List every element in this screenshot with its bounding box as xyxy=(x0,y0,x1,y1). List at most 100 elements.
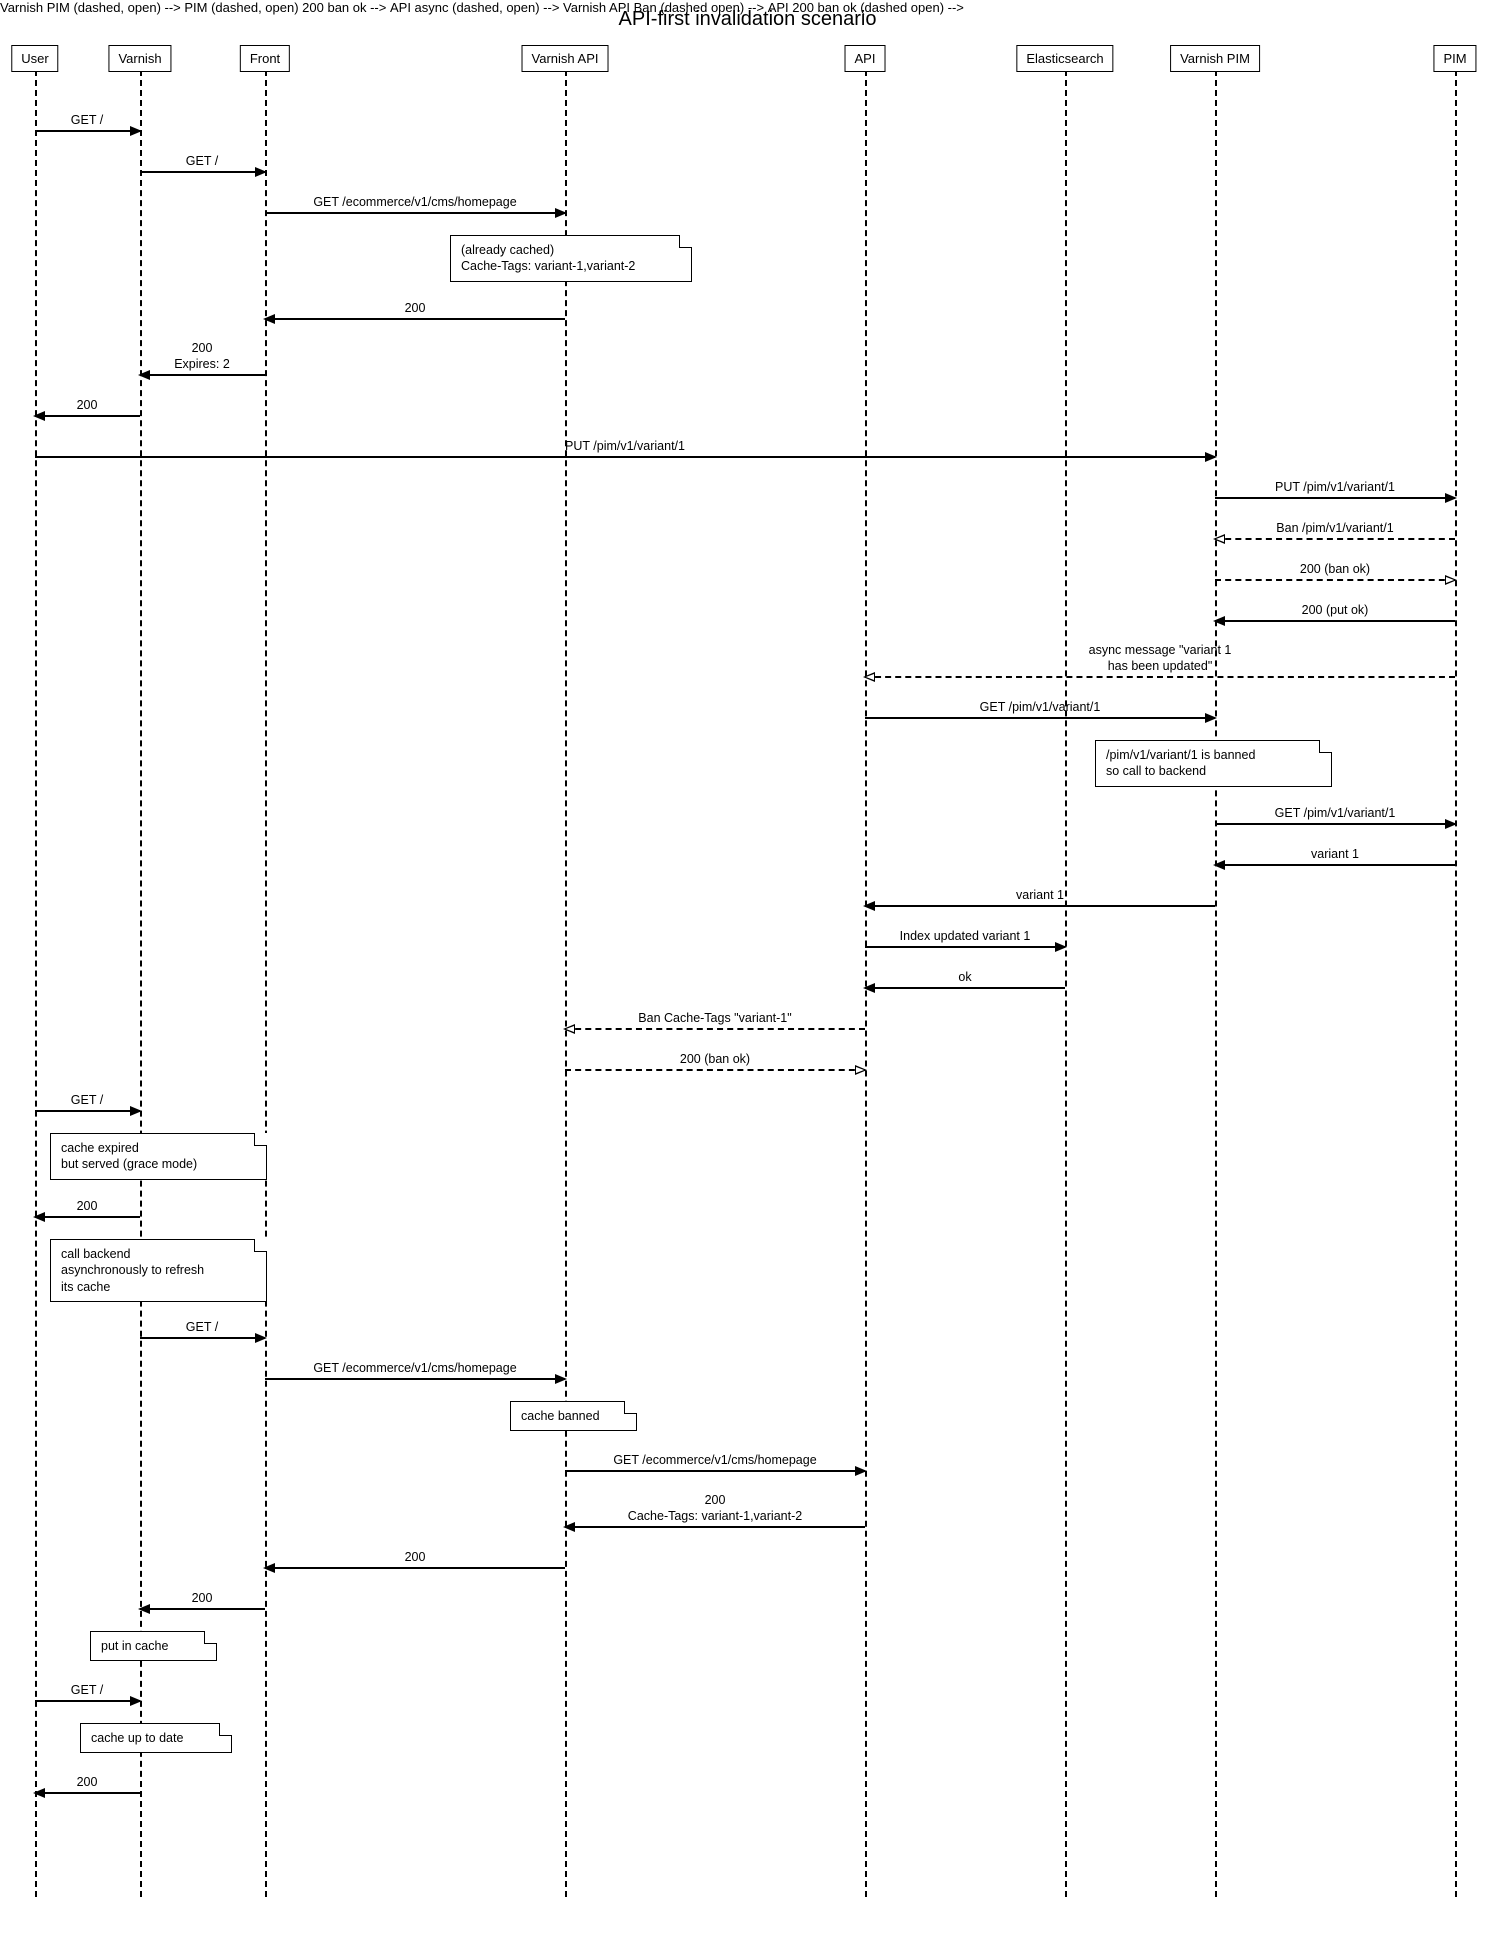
msg-label: Ban Cache-Tags "variant-1" xyxy=(638,1011,791,1027)
msg-label: 200 xyxy=(192,1591,213,1607)
msg-arrow xyxy=(865,946,1065,948)
msg-label: GET /ecommerce/v1/cms/homepage xyxy=(313,1361,516,1377)
note: (already cached) Cache-Tags: variant-1,v… xyxy=(450,235,692,282)
msg-arrow xyxy=(35,456,1215,458)
msg-label: async message "variant 1 has been update… xyxy=(1089,643,1232,674)
msg-label-line: Cache-Tags: variant-1,variant-2 xyxy=(628,1509,802,1523)
actor-pim: PIM xyxy=(1433,45,1476,72)
lifeline-varnish-api xyxy=(565,70,567,1897)
note: put in cache xyxy=(90,1631,217,1661)
lifeline-es xyxy=(1065,70,1067,1897)
actor-varnish: Varnish xyxy=(108,45,171,72)
note-line: put in cache xyxy=(101,1639,168,1653)
actor-user: User xyxy=(11,45,58,72)
msg-label-line: async message "variant 1 xyxy=(1089,643,1232,657)
note-line: (already cached) xyxy=(461,243,554,257)
msg-label: 200 xyxy=(77,1775,98,1791)
msg-arrow xyxy=(865,905,1215,907)
sequence-diagram: API-first invalidation scenario User Var… xyxy=(0,0,1495,1937)
msg-label: Index updated variant 1 xyxy=(900,929,1031,945)
lifeline-pim xyxy=(1455,70,1457,1897)
msg-label: 200 xyxy=(405,301,426,317)
msg-label: GET /ecommerce/v1/cms/homepage xyxy=(613,1453,816,1469)
lifeline-front xyxy=(265,70,267,1897)
note-line: call backend xyxy=(61,1247,131,1261)
msg-label: variant 1 xyxy=(1016,888,1064,904)
msg-label: ok xyxy=(958,970,971,986)
note: cache expired but served (grace mode) xyxy=(50,1133,267,1180)
note-line: cache expired xyxy=(61,1141,139,1155)
actor-varnish-api: Varnish API xyxy=(522,45,609,72)
msg-arrow xyxy=(140,1608,265,1610)
msg-label-line: Expires: 2 xyxy=(174,357,230,371)
msg-arrow xyxy=(1215,579,1455,581)
msg-label-line: 200 xyxy=(192,341,213,355)
msg-label: GET / xyxy=(186,1320,218,1336)
msg-label-line: has been updated" xyxy=(1108,659,1213,673)
msg-arrow xyxy=(1215,538,1455,540)
msg-arrow xyxy=(265,212,565,214)
msg-label: 200 Cache-Tags: variant-1,variant-2 xyxy=(628,1493,802,1524)
msg-arrow xyxy=(265,318,565,320)
note-line: Cache-Tags: variant-1,variant-2 xyxy=(461,259,635,273)
actor-varnish-pim: Varnish PIM xyxy=(1170,45,1260,72)
diagram-title: API-first invalidation scenario xyxy=(0,8,1495,31)
msg-arrow xyxy=(35,1216,140,1218)
note: cache up to date xyxy=(80,1723,232,1753)
msg-label: 200 xyxy=(77,1199,98,1215)
lifeline-user xyxy=(35,70,37,1897)
msg-label-line: 200 xyxy=(705,1493,726,1507)
msg-arrow xyxy=(565,1526,865,1528)
msg-label: Ban /pim/v1/variant/1 xyxy=(1276,521,1393,537)
msg-arrow xyxy=(1215,823,1455,825)
msg-arrow xyxy=(1215,620,1455,622)
actor-es: Elasticsearch xyxy=(1016,45,1113,72)
note-line: so call to backend xyxy=(1106,764,1206,778)
msg-label: 200 (put ok) xyxy=(1302,603,1369,619)
note: /pim/v1/variant/1 is banned so call to b… xyxy=(1095,740,1332,787)
msg-arrow xyxy=(140,171,265,173)
msg-label: GET / xyxy=(186,154,218,170)
note-line: its cache xyxy=(61,1280,110,1294)
msg-arrow xyxy=(35,130,140,132)
msg-label: variant 1 xyxy=(1311,847,1359,863)
note: cache banned xyxy=(510,1401,637,1431)
note-line: /pim/v1/variant/1 is banned xyxy=(1106,748,1255,762)
msg-label: GET / xyxy=(71,113,103,129)
msg-label: 200 Expires: 2 xyxy=(174,341,230,372)
msg-arrow xyxy=(865,676,1455,678)
note-line: but served (grace mode) xyxy=(61,1157,197,1171)
msg-arrow xyxy=(35,1792,140,1794)
msg-arrow xyxy=(565,1069,865,1071)
note-line: cache banned xyxy=(521,1409,600,1423)
msg-label: 200 xyxy=(405,1550,426,1566)
msg-arrow xyxy=(265,1567,565,1569)
msg-arrow xyxy=(265,1378,565,1380)
msg-arrow xyxy=(565,1470,865,1472)
actor-api: API xyxy=(845,45,886,72)
msg-arrow xyxy=(1215,864,1455,866)
msg-arrow xyxy=(140,1337,265,1339)
msg-arrow xyxy=(140,374,265,376)
msg-label: 200 (ban ok) xyxy=(680,1052,750,1068)
actor-front: Front xyxy=(240,45,290,72)
msg-label: GET /pim/v1/variant/1 xyxy=(1275,806,1396,822)
note-line: asynchronously to refresh xyxy=(61,1263,204,1277)
msg-arrow xyxy=(35,1110,140,1112)
msg-label: PUT /pim/v1/variant/1 xyxy=(565,439,685,455)
msg-arrow xyxy=(865,717,1215,719)
lifeline-varnish xyxy=(140,70,142,1897)
msg-label: GET /pim/v1/variant/1 xyxy=(980,700,1101,716)
msg-label: 200 xyxy=(77,398,98,414)
msg-label: GET / xyxy=(71,1683,103,1699)
msg-arrow xyxy=(565,1028,865,1030)
msg-arrow xyxy=(1215,497,1455,499)
msg-label: 200 (ban ok) xyxy=(1300,562,1370,578)
msg-label: GET / xyxy=(71,1093,103,1109)
note-line: cache up to date xyxy=(91,1731,183,1745)
msg-label: PUT /pim/v1/variant/1 xyxy=(1275,480,1395,496)
note: call backend asynchronously to refresh i… xyxy=(50,1239,267,1302)
lifeline-varnish-pim xyxy=(1215,70,1217,1897)
msg-label: GET /ecommerce/v1/cms/homepage xyxy=(313,195,516,211)
msg-arrow xyxy=(35,415,140,417)
